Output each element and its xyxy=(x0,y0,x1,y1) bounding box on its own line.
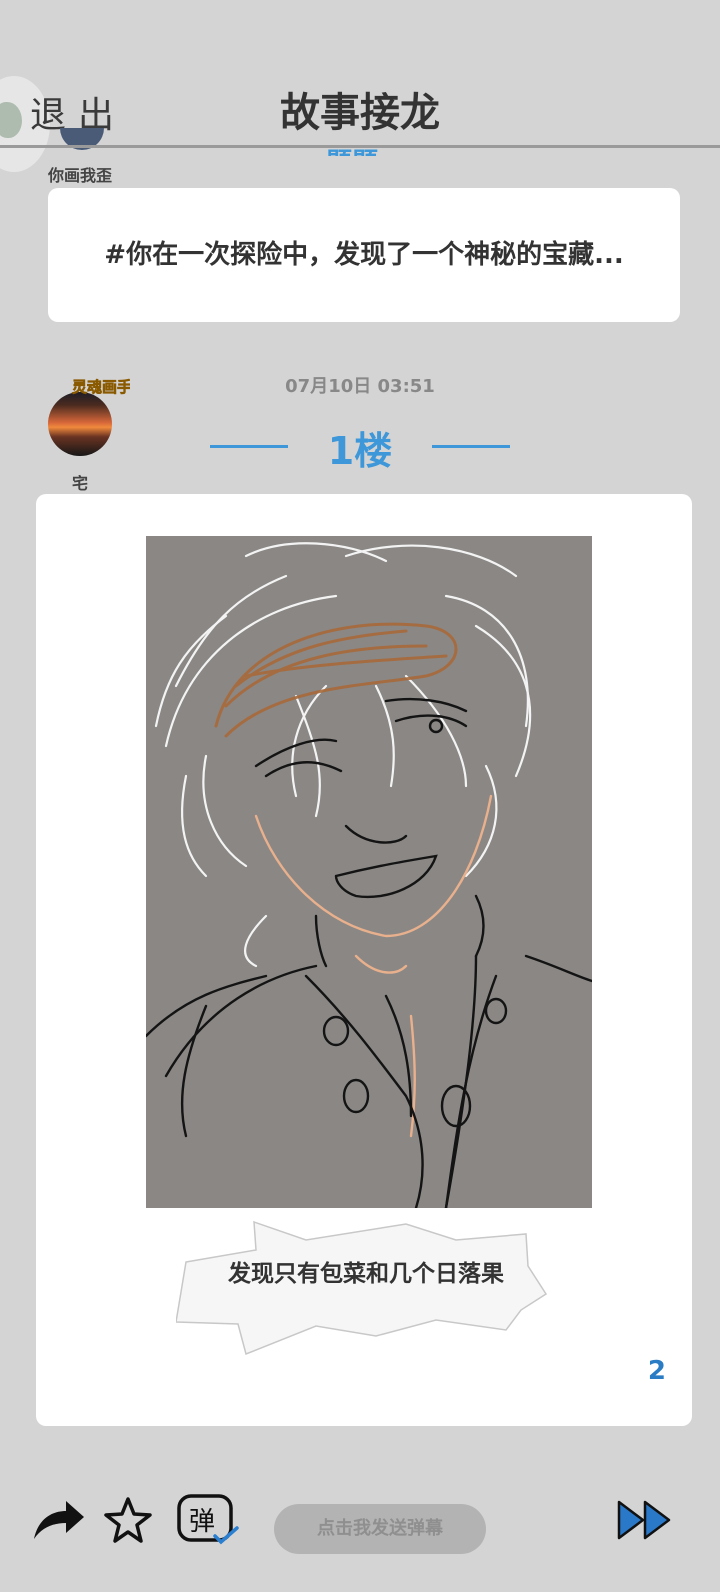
page-title: 故事接龙 xyxy=(280,90,440,136)
topic-author-name: 你画我歪 xyxy=(47,166,112,185)
post-card: 发现只有包菜和几个日落果 2 xyxy=(36,494,692,1426)
drawing-caption: 发现只有包菜和几个日落果 xyxy=(228,1261,504,1287)
share-arrow-icon xyxy=(34,1501,84,1539)
bottom-toolbar: 弹 点击我发送弹幕 xyxy=(0,1484,720,1568)
danmu-icon: 弹 xyxy=(177,1494,239,1545)
topic-text: #你在一次探险中，发现了一个神秘的宝藏... xyxy=(104,240,624,270)
next-button[interactable] xyxy=(612,1484,678,1556)
header-bar: 退出 题题 故事接龙 xyxy=(0,0,720,172)
drawing-image[interactable] xyxy=(146,536,592,1208)
speech-bubble xyxy=(176,1220,548,1356)
page-count[interactable]: 2 xyxy=(626,1356,666,1386)
favorite-button[interactable] xyxy=(100,1484,156,1556)
fast-forward-icon xyxy=(617,1500,671,1540)
danmu-input[interactable]: 点击我发送弹幕 xyxy=(274,1504,486,1554)
floor-label: 1楼 xyxy=(327,429,393,473)
badge-char-1: 灵魂画手 xyxy=(72,378,130,396)
star-outline-icon xyxy=(104,1497,152,1543)
share-button[interactable] xyxy=(28,1484,88,1556)
topic-card: #你在一次探险中，发现了一个神秘的宝藏... xyxy=(48,188,680,322)
header-divider xyxy=(0,145,720,148)
sketch-portrait xyxy=(146,542,592,1208)
danmu-toggle-button[interactable]: 弹 xyxy=(172,1484,244,1556)
danmu-label: 弹 xyxy=(189,1507,215,1537)
floor-divider-right xyxy=(432,445,510,448)
